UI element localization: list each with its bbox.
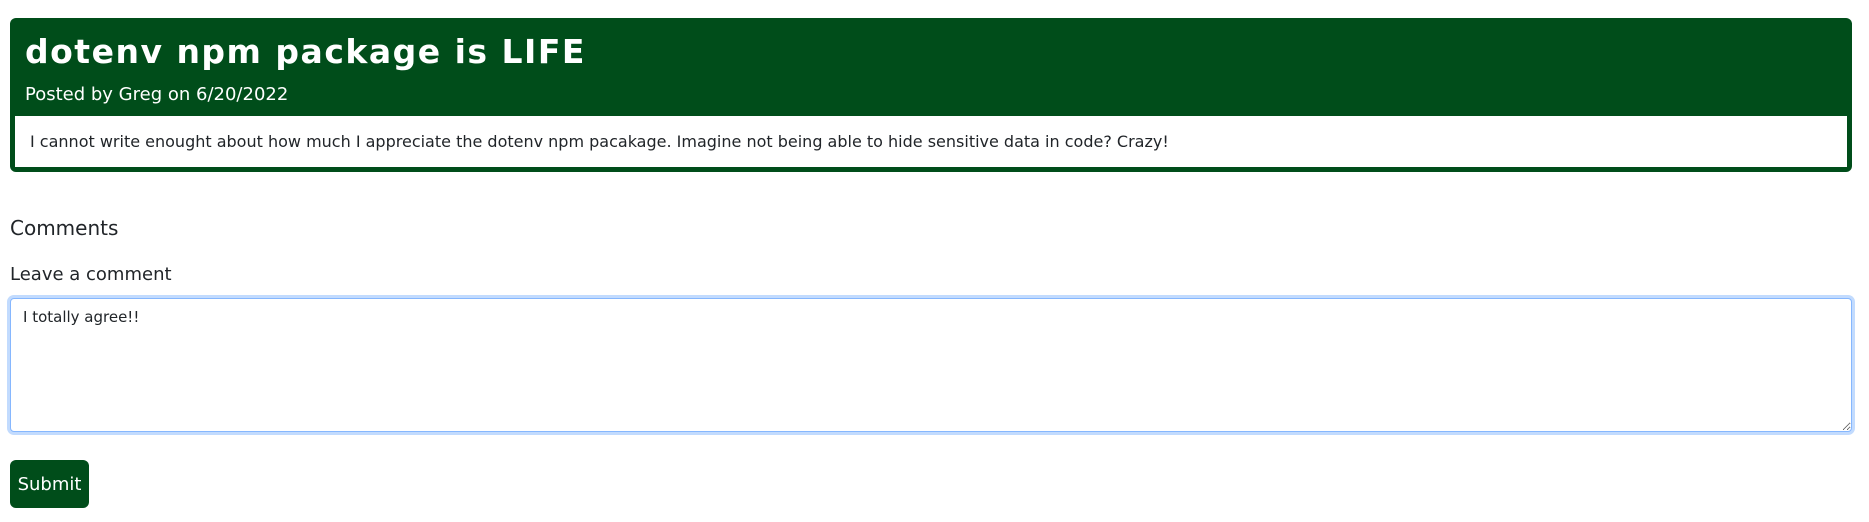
post-meta: Posted by Greg on 6/20/2022 — [25, 84, 289, 105]
post-body-text: I cannot write enought about how much I … — [30, 132, 1169, 151]
comments-heading: Comments — [10, 216, 119, 240]
post-card: dotenv npm package is LIFE Posted by Gre… — [10, 18, 1852, 172]
post-body: I cannot write enought about how much I … — [15, 116, 1847, 167]
submit-button[interactable]: Submit — [10, 460, 89, 508]
page: dotenv npm package is LIFE Posted by Gre… — [0, 0, 1869, 522]
comment-textarea[interactable] — [10, 298, 1852, 432]
post-title: dotenv npm package is LIFE — [25, 32, 586, 71]
comment-label: Leave a comment — [10, 264, 172, 285]
